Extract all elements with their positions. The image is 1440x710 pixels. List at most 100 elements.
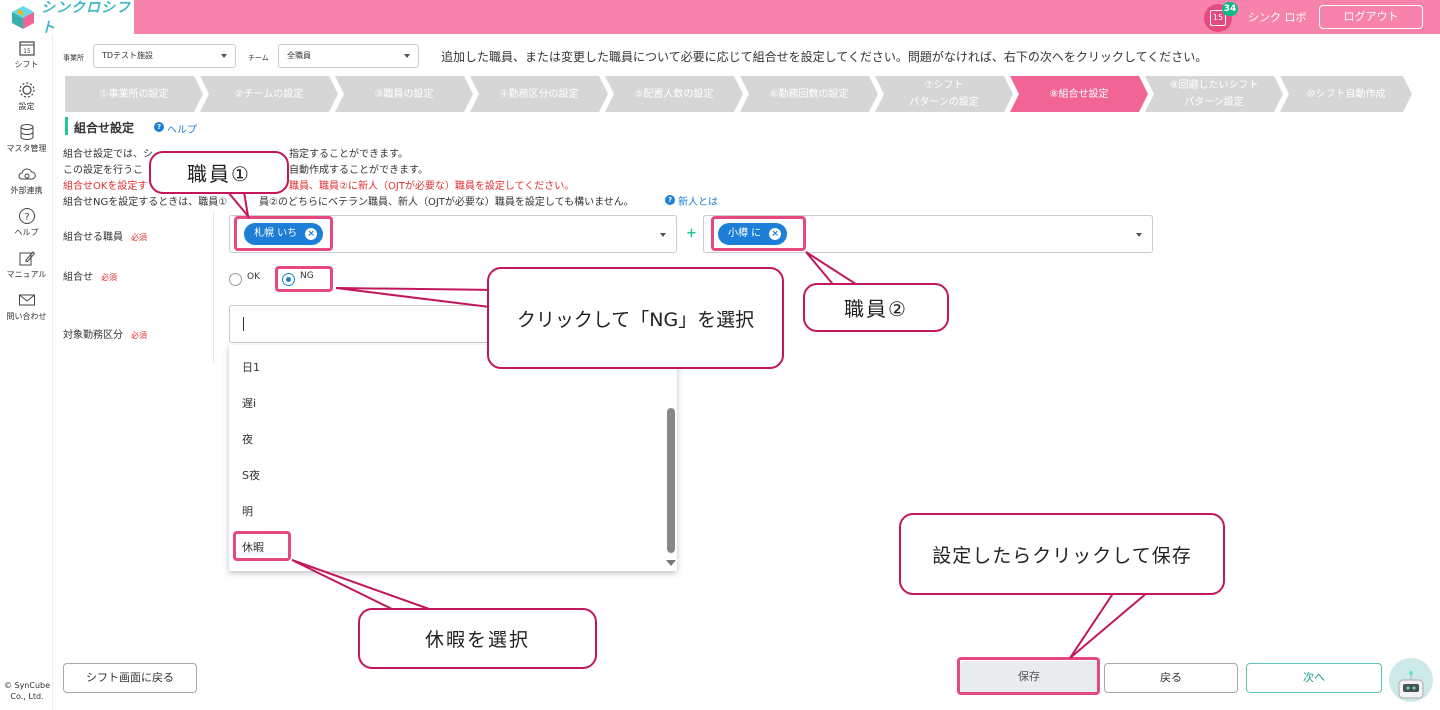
logo-text: シンクロシフト <box>41 0 131 36</box>
svg-text:15: 15 <box>23 48 31 55</box>
team-select-value: 全職員 <box>287 51 311 60</box>
sidebar-item-master[interactable]: マスタ管理 <box>0 123 53 154</box>
help-circle-icon: ? <box>665 195 675 205</box>
sidebar-item-label: シフト <box>14 60 39 69</box>
back-to-shift-button[interactable]: シフト画面に戻る <box>63 663 197 693</box>
step-5[interactable]: ⑤配置人数の設定 <box>605 76 743 112</box>
ng-highlight <box>275 266 333 292</box>
shift-field-label: 対象勤務区分 必須 <box>63 326 147 341</box>
step-label: ⑨回避したいシフト パターン設定 <box>1169 80 1259 108</box>
ok-radio-label: OK <box>247 272 260 282</box>
description-line: 組合せNGを設定するときは、職員① <box>63 197 228 208</box>
step-2[interactable]: ②チームの設定 <box>200 76 338 112</box>
step-label: ①事業所の設定 <box>99 88 169 100</box>
dropdown-option[interactable]: 明 <box>242 503 253 519</box>
chevron-down-icon <box>1136 233 1142 237</box>
staff1-highlight <box>234 216 333 251</box>
text-caret <box>243 317 244 331</box>
description-line: 員②のどちらにベテラン職員、新人（OJTが必要な）職員を設定しても構いません。 <box>259 197 634 208</box>
notification-badge: 34 <box>1222 2 1238 16</box>
logout-button[interactable]: ログアウト <box>1319 5 1423 29</box>
step-9[interactable]: ⑨回避したいシフト パターン設定 <box>1145 76 1283 112</box>
step-label: ⑧組合せ設定 <box>1049 88 1109 100</box>
form-divider <box>213 212 214 362</box>
mail-icon <box>18 291 36 309</box>
office-select[interactable]: TDテスト施設 <box>93 44 236 68</box>
dropdown-option[interactable]: 日1 <box>242 359 260 375</box>
description-line: 職員、職員②に新人（OJTが必要な）職員を設定してください。 <box>289 181 575 192</box>
section-title: 組合せ設定 <box>74 121 135 135</box>
next-button[interactable]: 次へ <box>1246 663 1382 693</box>
staff-field-label: 組合せる職員 必須 <box>63 228 147 243</box>
step-4[interactable]: ④勤務区分の設定 <box>470 76 608 112</box>
question-icon: ? <box>18 207 36 225</box>
staff-label-text: 組合せる職員 <box>63 232 123 243</box>
new-staff-help-link[interactable]: 新人とは <box>678 193 718 208</box>
step-label: ③職員の設定 <box>374 88 434 100</box>
description-line: 組合せOKを設定す <box>63 181 148 192</box>
combo-label-text: 組合せ <box>63 272 93 283</box>
step-10[interactable]: ⑩シフト自動作成 <box>1280 76 1412 112</box>
sidebar-item-shift[interactable]: 15 シフト <box>0 39 53 70</box>
calendar-day: 15 <box>1212 13 1224 22</box>
dropdown-option[interactable]: S夜 <box>242 467 260 483</box>
cloud-sync-icon <box>18 165 36 183</box>
callout-save-hint: 設定したらクリックして保存 <box>899 513 1225 595</box>
chevron-down-icon <box>404 54 410 58</box>
sidebar-item-label: 問い合わせ <box>6 312 47 321</box>
dropdown-option[interactable]: 遅i <box>242 395 256 411</box>
holiday-highlight <box>233 531 291 561</box>
save-highlight <box>957 657 1100 695</box>
combo-field-label: 組合せ 必須 <box>63 268 117 283</box>
scroll-down-arrow-icon[interactable] <box>666 560 676 566</box>
step-label: ②チームの設定 <box>234 88 304 100</box>
required-badge: 必須 <box>131 331 147 340</box>
sidebar-item-label: ヘルプ <box>14 228 39 237</box>
step-label: ⑤配置人数の設定 <box>634 88 714 100</box>
required-badge: 必須 <box>101 273 117 282</box>
description-line: この設定を行うこ <box>63 165 143 176</box>
ok-radio[interactable] <box>229 273 242 286</box>
svg-text:?: ? <box>24 212 29 223</box>
copyright-line: Co., Ltd. <box>10 692 44 701</box>
office-select-value: TDテスト施設 <box>102 51 154 60</box>
step-3[interactable]: ③職員の設定 <box>335 76 473 112</box>
sidebar-item-settings[interactable]: 設定 <box>0 81 53 112</box>
help-circle-icon: ? <box>154 122 164 132</box>
sidebar-item-label: 設定 <box>18 102 35 111</box>
copyright-line: © SynCube <box>3 681 51 690</box>
step-7[interactable]: ⑦シフト パターンの設定 <box>875 76 1013 112</box>
step-6[interactable]: ⑥勤務回数の設定 <box>740 76 878 112</box>
robot-assistant-icon[interactable] <box>1389 658 1433 702</box>
shift-type-dropdown: 日1 遅i 夜 S夜 明 休暇 <box>229 345 677 571</box>
sidebar-item-label: マスタ管理 <box>6 144 47 153</box>
sidebar-item-contact[interactable]: 問い合わせ <box>0 291 53 322</box>
dropdown-option[interactable]: 夜 <box>242 431 253 447</box>
edit-icon <box>18 249 36 267</box>
step-label: ⑦シフト パターンの設定 <box>909 80 979 108</box>
shift-label-text: 対象勤務区分 <box>63 330 123 341</box>
callout-select-holiday: 休暇を選択 <box>358 608 597 669</box>
app-logo[interactable]: シンクロシフト <box>0 0 134 36</box>
logo-cube-icon <box>10 4 36 30</box>
wizard-steps: ①事業所の設定 ②チームの設定 ③職員の設定 ④勤務区分の設定 ⑤配置人数の設定… <box>65 76 1412 112</box>
sidebar-item-external[interactable]: 外部連携 <box>0 165 53 196</box>
step-1[interactable]: ①事業所の設定 <box>65 76 203 112</box>
step-label: ⑩シフト自動作成 <box>1306 88 1386 100</box>
sidebar-item-label: マニュアル <box>6 270 47 279</box>
sidebar-item-help[interactable]: ? ヘルプ <box>0 207 53 238</box>
step-8[interactable]: ⑧組合せ設定 <box>1010 76 1148 112</box>
instruction-message: 追加した職員、または変更した職員について必要に応じて組合せを設定してください。問… <box>441 50 1208 64</box>
dropdown-scrollbar[interactable] <box>667 408 675 553</box>
callout-staff2: 職員② <box>803 283 949 332</box>
description-line: 自動作成することができます。 <box>289 165 428 176</box>
back-button[interactable]: 戻る <box>1104 663 1238 693</box>
callout-staff1: 職員① <box>149 151 289 194</box>
description-line: 指定することができます。 <box>289 149 408 160</box>
help-link[interactable]: ヘルプ <box>167 121 197 136</box>
chevron-down-icon <box>660 233 666 237</box>
sidebar-item-manual[interactable]: マニュアル <box>0 249 53 280</box>
team-select[interactable]: 全職員 <box>278 44 419 68</box>
copyright: © SynCube Co., Ltd. <box>2 680 52 702</box>
chevron-down-icon <box>221 54 227 58</box>
